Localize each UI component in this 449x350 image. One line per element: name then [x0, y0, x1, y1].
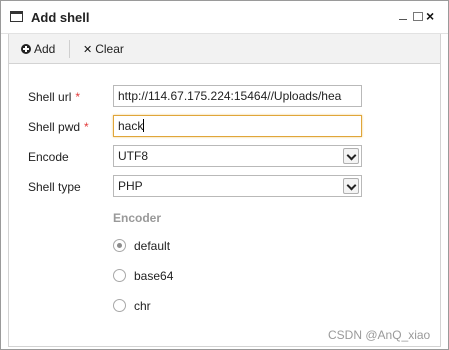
clear-x-icon: ✕ — [83, 44, 93, 56]
shell-pwd-label: Shell pwd * — [28, 120, 89, 134]
radio-label: chr — [134, 299, 151, 313]
radio-button[interactable] — [113, 239, 126, 252]
plus-circle-icon — [21, 44, 31, 54]
clear-button[interactable]: ✕ Clear — [83, 42, 124, 56]
watermark-text: CSDN @AnQ_xiao — [328, 328, 431, 342]
shell-type-label: Shell type — [28, 180, 81, 194]
shell-pwd-label-text: Shell pwd — [28, 120, 81, 134]
minimize-icon[interactable] — [398, 9, 410, 23]
close-icon[interactable]: × — [426, 9, 438, 23]
shell-type-select[interactable]: PHP — [113, 175, 362, 197]
add-button[interactable]: Add — [21, 42, 55, 56]
radio-label: default — [134, 239, 171, 253]
required-mark: * — [84, 120, 89, 134]
toolbar: Add ✕ Clear — [8, 34, 441, 64]
add-button-label: Add — [34, 42, 56, 56]
dialog-title: Add shell — [31, 10, 90, 25]
chevron-down-icon[interactable] — [343, 178, 359, 194]
radio-button[interactable] — [113, 299, 126, 312]
shell-url-label-text: Shell url — [28, 90, 72, 104]
shell-pwd-value: hack — [118, 119, 144, 133]
radio-button[interactable] — [113, 269, 126, 282]
encode-value: UTF8 — [118, 149, 148, 163]
window-icon — [10, 11, 23, 22]
chevron-down-icon[interactable] — [343, 148, 359, 164]
add-shell-dialog: Add shell × Add ✕ Clear Shell url * http:/… — [0, 0, 449, 350]
radio-label: base64 — [134, 269, 174, 283]
maximize-icon[interactable] — [412, 9, 424, 23]
shell-url-label: Shell url * — [28, 90, 80, 104]
form-panel: Shell url * http://114.67.175.224:15464//… — [8, 64, 441, 347]
shell-type-value: PHP — [118, 179, 143, 193]
encode-select[interactable]: UTF8 — [113, 145, 362, 167]
toolbar-divider — [69, 40, 70, 58]
shell-pwd-input[interactable]: hack — [113, 115, 362, 137]
shell-url-input[interactable]: http://114.67.175.224:15464//Uploads/hea — [113, 85, 362, 107]
title-bar[interactable]: Add shell × — [1, 1, 448, 34]
text-caret — [143, 119, 145, 132]
encode-label: Encode — [28, 150, 69, 164]
encoder-section-title: Encoder — [113, 211, 162, 225]
shell-url-value: http://114.67.175.224:15464//Uploads/hea — [118, 89, 342, 103]
clear-button-label: Clear — [95, 42, 124, 56]
required-mark: * — [75, 90, 81, 104]
